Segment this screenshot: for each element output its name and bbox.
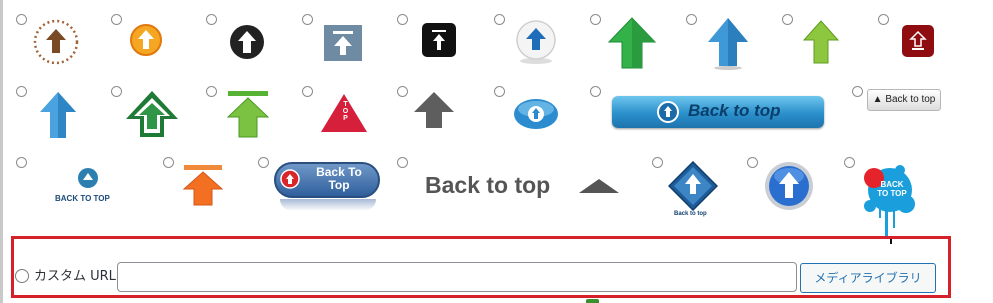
blue-bar-circle-icon [656, 100, 680, 124]
splash-label-line2: TO TOP [877, 189, 907, 198]
blue-3d-up-arrow-icon[interactable] [38, 90, 78, 142]
icon-option-radio-4[interactable] [302, 14, 313, 25]
icon-option-radio-16[interactable] [494, 86, 505, 97]
icon-option-radio-1[interactable] [16, 14, 27, 25]
icon-option-radio-19[interactable] [16, 157, 27, 168]
icon-option-radio-25[interactable] [844, 157, 855, 168]
pill-reflection [280, 199, 376, 211]
small-button-label: ▲ Back to top [872, 94, 936, 105]
panel-left-border [0, 0, 3, 303]
circle-back-to-top-label: BACK TO TOP [55, 194, 110, 203]
icon-option-radio-18[interactable] [852, 86, 863, 97]
icon-option-radio-8[interactable] [686, 14, 697, 25]
icon-option-radio-5[interactable] [397, 14, 408, 25]
icon-option-radio-21[interactable] [258, 157, 269, 168]
orange-bar-up-arrow-icon[interactable] [182, 163, 224, 207]
pill-red-circle-icon [280, 169, 300, 189]
blue-circle-back-to-top-icon[interactable] [77, 167, 99, 189]
custom-url-input[interactable] [117, 262, 797, 292]
dark-red-square-up-arrow-icon[interactable] [901, 24, 935, 58]
media-library-button[interactable]: メディアライブラリ [800, 263, 936, 293]
icon-option-radio-13[interactable] [206, 86, 217, 97]
brown-dotted-circle-up-arrow-icon[interactable] [33, 19, 79, 65]
icon-picker-panel: TOP Back to top ▲ Back to top BACK TO TO… [0, 0, 993, 303]
icon-option-radio-7[interactable] [590, 14, 601, 25]
splash-label-line1: BACK [880, 180, 904, 189]
icon-option-radio-9[interactable] [782, 14, 793, 25]
splash-label: BACK TO TOP [870, 180, 914, 198]
blue-up-arrow-icon[interactable] [706, 16, 750, 70]
custom-url-radio[interactable] [15, 269, 29, 283]
icon-option-radio-12[interactable] [111, 86, 122, 97]
gray-up-arrow-icon[interactable] [412, 90, 456, 130]
custom-url-label: カスタム URL [34, 269, 116, 284]
icon-option-radio-14[interactable] [302, 86, 313, 97]
diamond-back-to-top-label: Back to top [674, 211, 707, 217]
icon-option-radio-23[interactable] [652, 157, 663, 168]
icon-option-radio-17[interactable] [590, 86, 601, 97]
blue-oval-up-arrow-icon[interactable] [512, 97, 560, 131]
green-bar-up-arrow-icon[interactable] [226, 89, 270, 139]
icon-option-radio-11[interactable] [16, 86, 27, 97]
back-to-top-text-triangle-icon[interactable]: Back to top [425, 172, 550, 199]
green-outline-tree-arrow-icon[interactable] [124, 89, 180, 139]
splash-back-to-top-icon[interactable] [860, 160, 920, 246]
orange-circle-up-arrow-icon[interactable] [129, 23, 163, 57]
icon-option-radio-22[interactable] [397, 157, 408, 168]
small-back-to-top-button-icon[interactable]: ▲ Back to top [867, 89, 941, 111]
pill-label: Back To Top [300, 166, 378, 192]
icon-option-radio-24[interactable] [747, 157, 758, 168]
lime-up-arrow-icon[interactable] [802, 19, 840, 65]
gray-square-top-arrow-icon[interactable] [323, 24, 363, 62]
gray-triangle-icon [578, 178, 620, 194]
icon-option-radio-20[interactable] [163, 157, 174, 168]
green-up-arrow-icon[interactable] [607, 16, 657, 70]
blue-bar-label: Back to top [688, 101, 781, 120]
icon-option-radio-3[interactable] [206, 14, 217, 25]
icon-option-radio-2[interactable] [111, 14, 122, 25]
icon-option-radio-15[interactable] [397, 86, 408, 97]
icon-option-radio-6[interactable] [494, 14, 505, 25]
white-orb-blue-up-arrow-icon[interactable] [514, 19, 558, 65]
black-square-top-arrow-icon[interactable] [421, 22, 457, 58]
pill-label-line2: Top [328, 178, 350, 192]
pill-label-line1: Back To [316, 165, 362, 179]
black-circle-up-arrow-icon[interactable] [229, 24, 265, 60]
blue-diamond-back-to-top-icon[interactable] [668, 161, 718, 211]
green-indicator [586, 299, 599, 303]
blue-glossy-circle-up-arrow-icon[interactable] [764, 161, 814, 211]
triangle-top-label: TOP [342, 101, 349, 122]
icon-option-radio-10[interactable] [878, 14, 889, 25]
